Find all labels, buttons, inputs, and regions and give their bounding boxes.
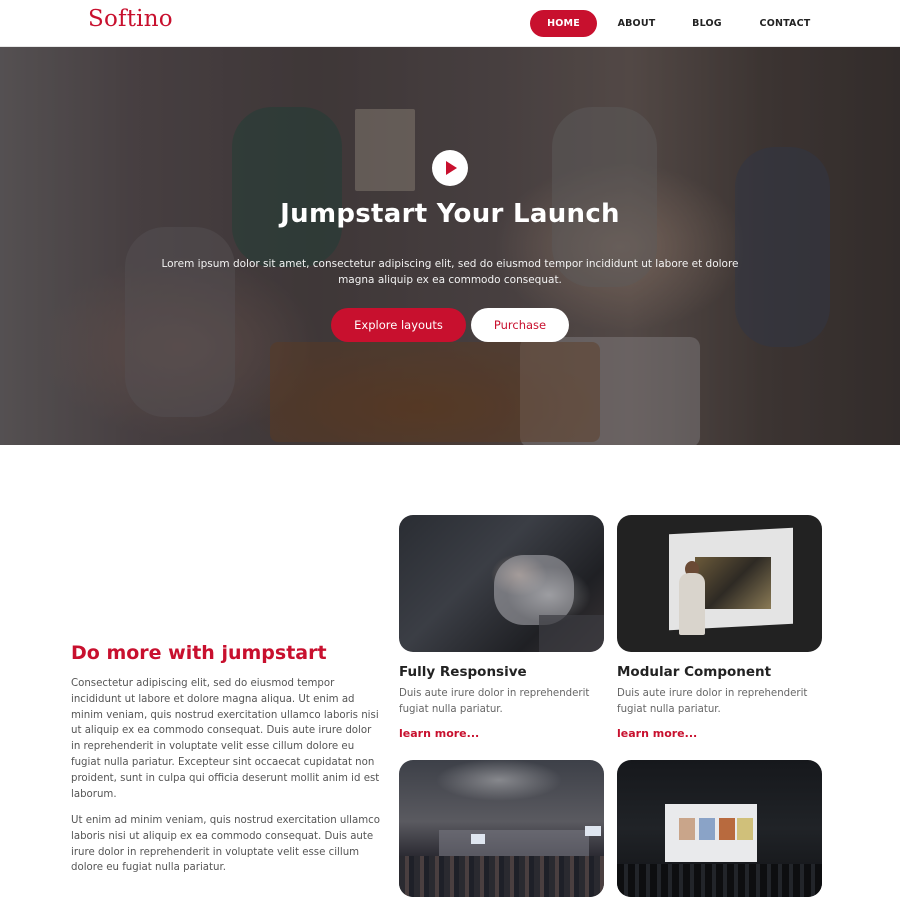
section-title: Do more with jumpstart xyxy=(71,642,327,664)
learn-more-link[interactable]: learn more... xyxy=(617,727,697,740)
explore-layouts-button[interactable]: Explore layouts xyxy=(331,308,466,342)
intro-paragraph: Consectetur adipiscing elit, sed do eius… xyxy=(71,678,380,800)
hero-overlay xyxy=(0,47,900,445)
feature-text: Duis aute irure dolor in reprehenderit f… xyxy=(617,688,808,715)
feature-title: Modular Component xyxy=(617,664,772,680)
feature-image-audience xyxy=(399,515,604,652)
feature-title: Fully Responsive xyxy=(399,664,527,680)
nav-item-home[interactable]: HOME xyxy=(530,10,597,37)
main-nav: HOME ABOUT BLOG CONTACT xyxy=(0,10,900,37)
navbar: Softino HOME ABOUT BLOG CONTACT xyxy=(0,0,900,47)
play-video-button[interactable] xyxy=(432,150,468,186)
feature-image-hall xyxy=(399,760,604,897)
feature-image-speaker xyxy=(617,515,822,652)
hero-title: Jumpstart Your Launch xyxy=(280,199,620,229)
feature-text: Duis aute irure dolor in reprehenderit f… xyxy=(399,688,590,715)
intro-paragraph: Ut enim ad minim veniam, quis nostrud ex… xyxy=(71,815,381,874)
hero-section: Jumpstart Your Launch Lorem ipsum dolor … xyxy=(0,47,900,445)
nav-item-contact[interactable]: CONTACT xyxy=(750,10,820,37)
purchase-button[interactable]: Purchase xyxy=(471,308,569,342)
play-icon xyxy=(446,161,457,175)
learn-more-link[interactable]: learn more... xyxy=(399,727,479,740)
nav-item-about[interactable]: ABOUT xyxy=(609,10,664,37)
hero-subtitle: Lorem ipsum dolor sit amet, consectetur … xyxy=(161,258,739,286)
nav-item-blog[interactable]: BLOG xyxy=(683,10,731,37)
feature-image-conference xyxy=(617,760,822,897)
